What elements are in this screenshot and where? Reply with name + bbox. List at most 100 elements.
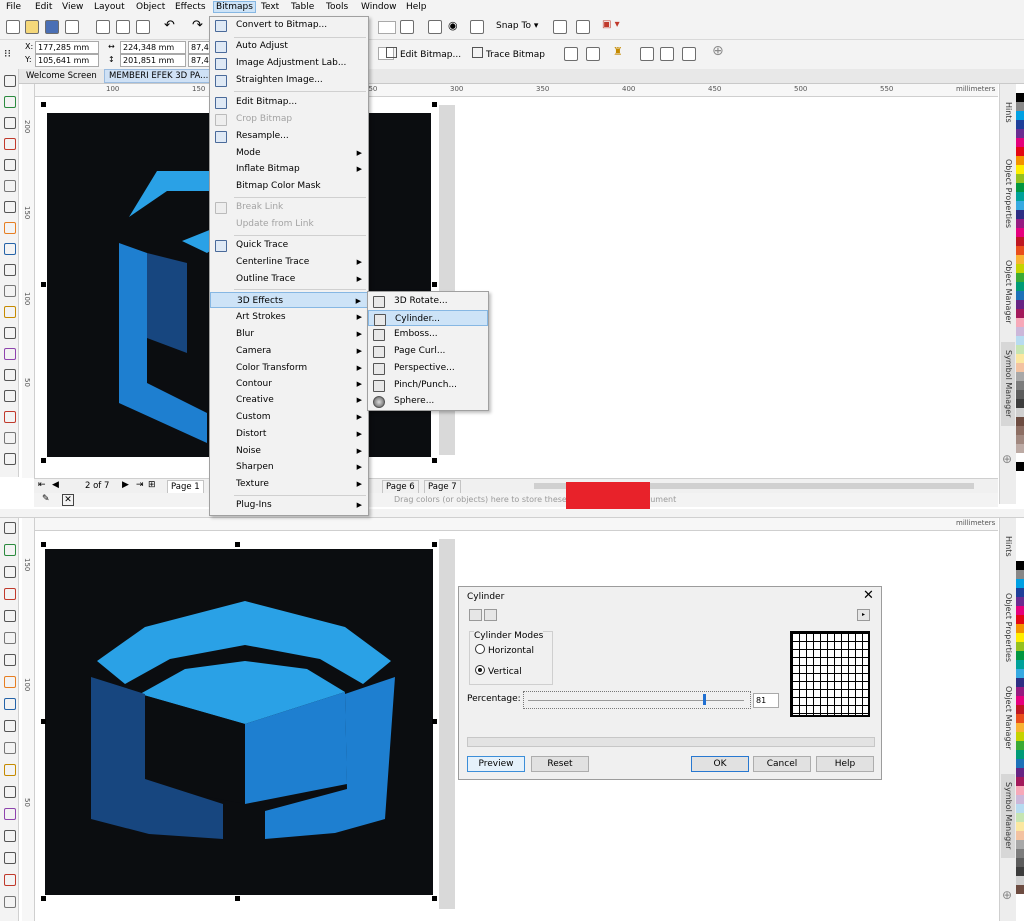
submenu-item-pinch-punch[interactable]: Pinch/Punch... <box>368 377 488 393</box>
selection-handle[interactable] <box>41 542 46 547</box>
zoom-field[interactable] <box>378 21 396 34</box>
reset-button[interactable]: Reset <box>531 756 589 772</box>
undo-icon[interactable]: ↶ <box>164 18 175 33</box>
color-swatch[interactable] <box>1016 219 1024 228</box>
menu-window[interactable]: Window <box>361 2 397 12</box>
color-swatch[interactable] <box>1016 84 1024 93</box>
color-swatch[interactable] <box>1016 255 1024 264</box>
color-swatch[interactable] <box>1016 381 1024 390</box>
menu-object[interactable]: Object <box>136 2 165 12</box>
dock-tab-object-manager[interactable]: Object Manager <box>1001 252 1015 332</box>
launch-icon[interactable]: ▣ ▾ <box>602 19 620 30</box>
color-swatch[interactable] <box>1016 129 1024 138</box>
selection-handle[interactable] <box>432 542 437 547</box>
dock-tab-hints[interactable]: Hints <box>1001 526 1015 566</box>
menu-edit[interactable]: Edit <box>35 2 52 12</box>
next-page-icon[interactable]: ▶ <box>122 480 129 490</box>
tool-icon[interactable] <box>4 306 16 318</box>
menu-item-mode[interactable]: Mode ▶ <box>210 145 368 161</box>
menu-item-convert-to-bitmap[interactable]: Convert to Bitmap... <box>210 17 368 33</box>
page-tab-1[interactable]: Page 1 <box>167 480 204 494</box>
color-swatch[interactable] <box>1016 687 1024 696</box>
tool-icon[interactable] <box>4 285 16 297</box>
tool-icon[interactable] <box>4 830 16 842</box>
menu-item-resample[interactable]: Resample... <box>210 128 368 144</box>
color-swatch[interactable] <box>1016 606 1024 615</box>
color-swatch[interactable] <box>1016 579 1024 588</box>
color-swatch[interactable] <box>1016 282 1024 291</box>
tool-icon[interactable] <box>4 411 16 423</box>
menu-table[interactable]: Table <box>291 2 314 12</box>
menu-item-contour[interactable]: Contour ▶ <box>210 376 368 392</box>
submenu-item-page-curl[interactable]: Page Curl... <box>368 343 488 359</box>
print-icon[interactable] <box>65 20 79 34</box>
color-swatch[interactable] <box>1016 291 1024 300</box>
scale-x-field[interactable]: 87,4 <box>188 41 210 54</box>
tool-icon[interactable] <box>4 544 16 556</box>
split-view-icon[interactable] <box>484 609 497 621</box>
color-swatch[interactable] <box>1016 867 1024 876</box>
horizontal-radio[interactable]: Horizontal <box>475 644 534 656</box>
color-swatch[interactable] <box>1016 642 1024 651</box>
dock-tab-object-properties[interactable]: Object Properties <box>1001 582 1015 674</box>
percentage-slider[interactable] <box>523 691 751 709</box>
drawing-canvas-top[interactable] <box>35 97 997 477</box>
color-swatch[interactable] <box>1016 876 1024 885</box>
color-swatch[interactable] <box>1016 462 1024 471</box>
tool-icon[interactable] <box>4 808 16 820</box>
crop-bitmap-icon[interactable] <box>564 47 578 61</box>
snap-to-button[interactable]: Snap To ▾ <box>496 21 538 31</box>
color-swatch[interactable] <box>1016 732 1024 741</box>
tab-document[interactable]: MEMBERI EFEK 3D PA... <box>104 69 214 83</box>
bitmap-image-bottom[interactable] <box>45 549 433 895</box>
menu-item-image-adjustment-lab[interactable]: Image Adjustment Lab... <box>210 55 368 71</box>
x-position-field[interactable]: 177,285 mm <box>35 41 99 54</box>
width-field[interactable]: 224,348 mm <box>120 41 186 54</box>
help-button[interactable]: Help <box>816 756 874 772</box>
cut-icon[interactable] <box>96 20 110 34</box>
tool-icon[interactable] <box>4 75 16 87</box>
tool-icon[interactable] <box>4 566 16 578</box>
color-swatch[interactable] <box>1016 768 1024 777</box>
color-swatch[interactable] <box>1016 174 1024 183</box>
color-swatch[interactable] <box>1016 201 1024 210</box>
selection-handle[interactable] <box>41 282 46 287</box>
color-swatch[interactable] <box>1016 777 1024 786</box>
color-swatch[interactable] <box>1016 552 1024 561</box>
color-palette-top[interactable] <box>1016 84 1024 471</box>
tool-icon[interactable] <box>4 896 16 908</box>
color-swatch[interactable] <box>1016 588 1024 597</box>
color-swatch[interactable] <box>1016 228 1024 237</box>
ok-button[interactable]: OK <box>691 756 749 772</box>
expand-icon[interactable]: ▸ <box>857 609 870 621</box>
color-swatch[interactable] <box>1016 417 1024 426</box>
color-swatch[interactable] <box>1016 660 1024 669</box>
color-swatch[interactable] <box>1016 399 1024 408</box>
color-swatch[interactable] <box>1016 237 1024 246</box>
menu-item-camera[interactable]: Camera ▶ <box>210 343 368 359</box>
selection-handle[interactable] <box>41 458 46 463</box>
color-swatch[interactable] <box>1016 453 1024 462</box>
menu-view[interactable]: View <box>62 2 83 12</box>
tool-icon[interactable] <box>4 201 16 213</box>
color-swatch[interactable] <box>1016 741 1024 750</box>
color-swatch[interactable] <box>1016 300 1024 309</box>
menu-bitmaps[interactable]: Bitmaps <box>213 1 256 13</box>
color-swatch[interactable] <box>1016 795 1024 804</box>
menu-effects[interactable]: Effects <box>175 2 206 12</box>
menu-item-noise[interactable]: Noise ▶ <box>210 443 368 459</box>
menu-item-art-strokes[interactable]: Art Strokes ▶ <box>210 309 368 325</box>
color-swatch[interactable] <box>1016 408 1024 417</box>
color-swatch[interactable] <box>1016 723 1024 732</box>
trace-bitmap-button[interactable]: Trace Bitmap <box>472 47 545 60</box>
edit-bitmap-button[interactable]: Edit Bitmap... <box>386 47 461 60</box>
dock-tab-hints[interactable]: Hints <box>1001 92 1015 132</box>
color-swatch[interactable] <box>1016 858 1024 867</box>
menu-item-straighten-image[interactable]: Straighten Image... <box>210 72 368 88</box>
percentage-field[interactable]: 81 <box>753 693 779 708</box>
page-tab-7[interactable]: Page 7 <box>424 480 461 494</box>
color-swatch[interactable] <box>1016 165 1024 174</box>
settings-icon[interactable] <box>576 20 590 34</box>
color-swatch[interactable] <box>1016 669 1024 678</box>
color-swatch[interactable] <box>1016 318 1024 327</box>
